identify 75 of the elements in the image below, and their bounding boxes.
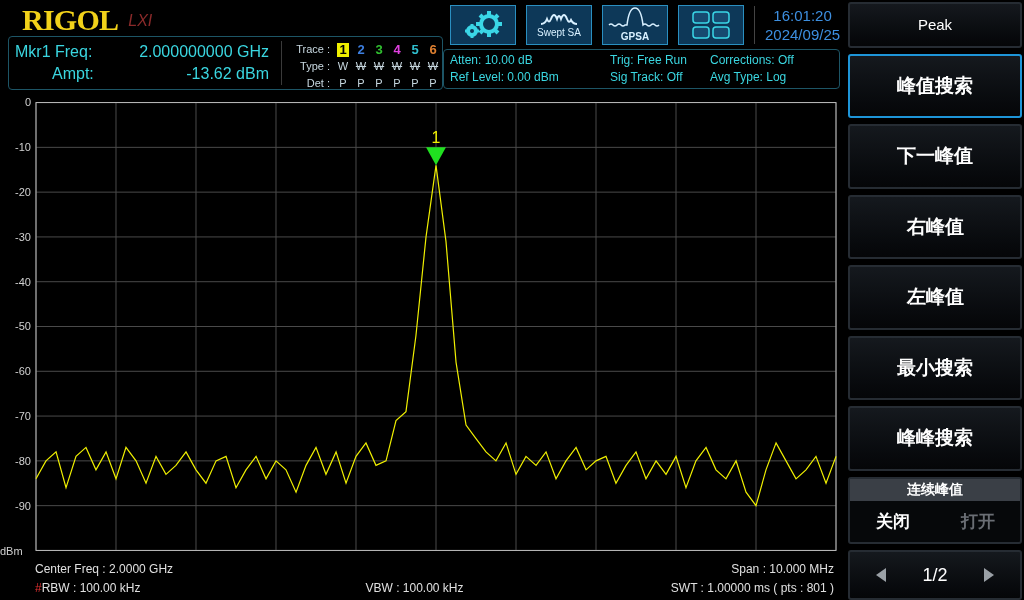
setting-text: Corrections: Off <box>710 52 794 69</box>
clock-date: 2024/09/25 <box>765 25 841 44</box>
y-axis-label: -60 <box>15 364 31 379</box>
y-axis-label: -20 <box>15 184 31 199</box>
y-axis-label: -80 <box>15 454 31 469</box>
rbw-prefix-text: # <box>35 580 42 597</box>
marker-label: 1 <box>431 129 441 147</box>
center-freq-text: Center Freq : 2.0000 GHz <box>35 561 174 578</box>
setting-text: Trig: Free Run <box>610 52 688 69</box>
settings-button[interactable] <box>450 5 516 45</box>
setting-text: Atten: 10.00 dB <box>450 52 534 69</box>
y-axis-label: -40 <box>15 274 31 289</box>
next-page-button[interactable] <box>984 568 994 583</box>
span-text: Span : 10.000 MHz <box>731 561 834 578</box>
trace-number[interactable]: 3 <box>373 42 385 57</box>
trace-number[interactable]: 6 <box>427 42 439 57</box>
marker-freq-label: Mkr1 Freq: <box>15 42 94 62</box>
trace-number[interactable]: 5 <box>409 42 421 57</box>
type-label: Type : <box>299 59 331 74</box>
marker-freq-value: 2.000000000 GHz <box>138 42 269 62</box>
menu-button[interactable]: 左峰值 <box>848 265 1022 330</box>
trace-number[interactable]: 2 <box>355 42 367 57</box>
trace-detector: P <box>357 76 365 91</box>
menu-title: Peak <box>848 2 1022 48</box>
rbw-text: RBW : 100.00 kHz <box>41 580 141 597</box>
menu-button[interactable]: 最小搜索 <box>848 335 1022 401</box>
setting-text: Ref Level: 0.00 dBm <box>450 69 560 86</box>
menu-button[interactable]: 下一峰值 <box>848 124 1022 189</box>
spectrum-icon <box>607 6 663 29</box>
toggle-option[interactable]: 关闭 <box>875 508 910 535</box>
trace-detector: P <box>411 76 419 91</box>
setting-text: Avg Type: Log <box>710 69 788 86</box>
swt-text: SWT : 1.00000 ms ( pts : 801 ) <box>670 580 834 597</box>
trace-detector: P <box>429 76 437 91</box>
trace-type: W <box>427 59 439 74</box>
gpsa-button[interactable]: GPSA <box>602 5 668 45</box>
y-axis-label: -90 <box>15 499 31 513</box>
y-axis-label: -10 <box>15 139 31 154</box>
det-label: Det : <box>305 76 331 91</box>
trace-type: W <box>355 59 367 74</box>
y-axis-label: -30 <box>15 229 31 244</box>
trace-type: W <box>391 59 403 74</box>
y-axis-label: 0 <box>24 95 31 109</box>
y-axis-unit: dBm <box>0 543 23 558</box>
menu-button[interactable]: 峰值搜索 <box>848 53 1022 119</box>
toggle-option[interactable]: 打开 <box>960 508 995 535</box>
lxi-label: LXI <box>128 11 153 31</box>
trace-type: W <box>373 59 385 74</box>
trace-label: Trace : <box>295 42 331 57</box>
trace-number[interactable]: 4 <box>391 42 403 57</box>
marker-ampt-label: Ampt: <box>51 64 94 84</box>
swept-sa-button[interactable]: Swept SA <box>526 5 592 45</box>
trace-type: W <box>337 59 349 74</box>
trace-detector: P <box>393 76 401 91</box>
trace-detector: P <box>339 76 347 91</box>
vbw-text: VBW : 100.00 kHz <box>365 580 464 597</box>
clock-time: 16:01:20 <box>773 6 832 25</box>
trace-detector: P <box>375 76 383 91</box>
setting-text: Sig Track: Off <box>610 69 684 86</box>
y-axis-label: -50 <box>15 319 31 334</box>
trace-type: W <box>409 59 421 74</box>
marker-icon <box>426 147 446 166</box>
menu-button[interactable]: 峰峰搜索 <box>848 406 1022 471</box>
page-indicator: 1/2 <box>922 563 948 587</box>
right-triangle-icon <box>984 568 994 583</box>
layout-button[interactable] <box>678 5 744 45</box>
window-layout-icon <box>691 10 731 40</box>
marker-ampt-value: -13.62 dBm <box>185 64 269 84</box>
menu-button[interactable]: 右峰值 <box>848 194 1022 260</box>
toggle-title: 连续峰值 <box>850 478 1020 501</box>
brand-logo: RIGOL <box>22 5 119 35</box>
trace-number[interactable]: 1 <box>337 42 349 57</box>
left-triangle-icon <box>876 568 886 583</box>
previous-page-button[interactable] <box>876 568 886 583</box>
y-axis-label: -70 <box>15 409 31 424</box>
